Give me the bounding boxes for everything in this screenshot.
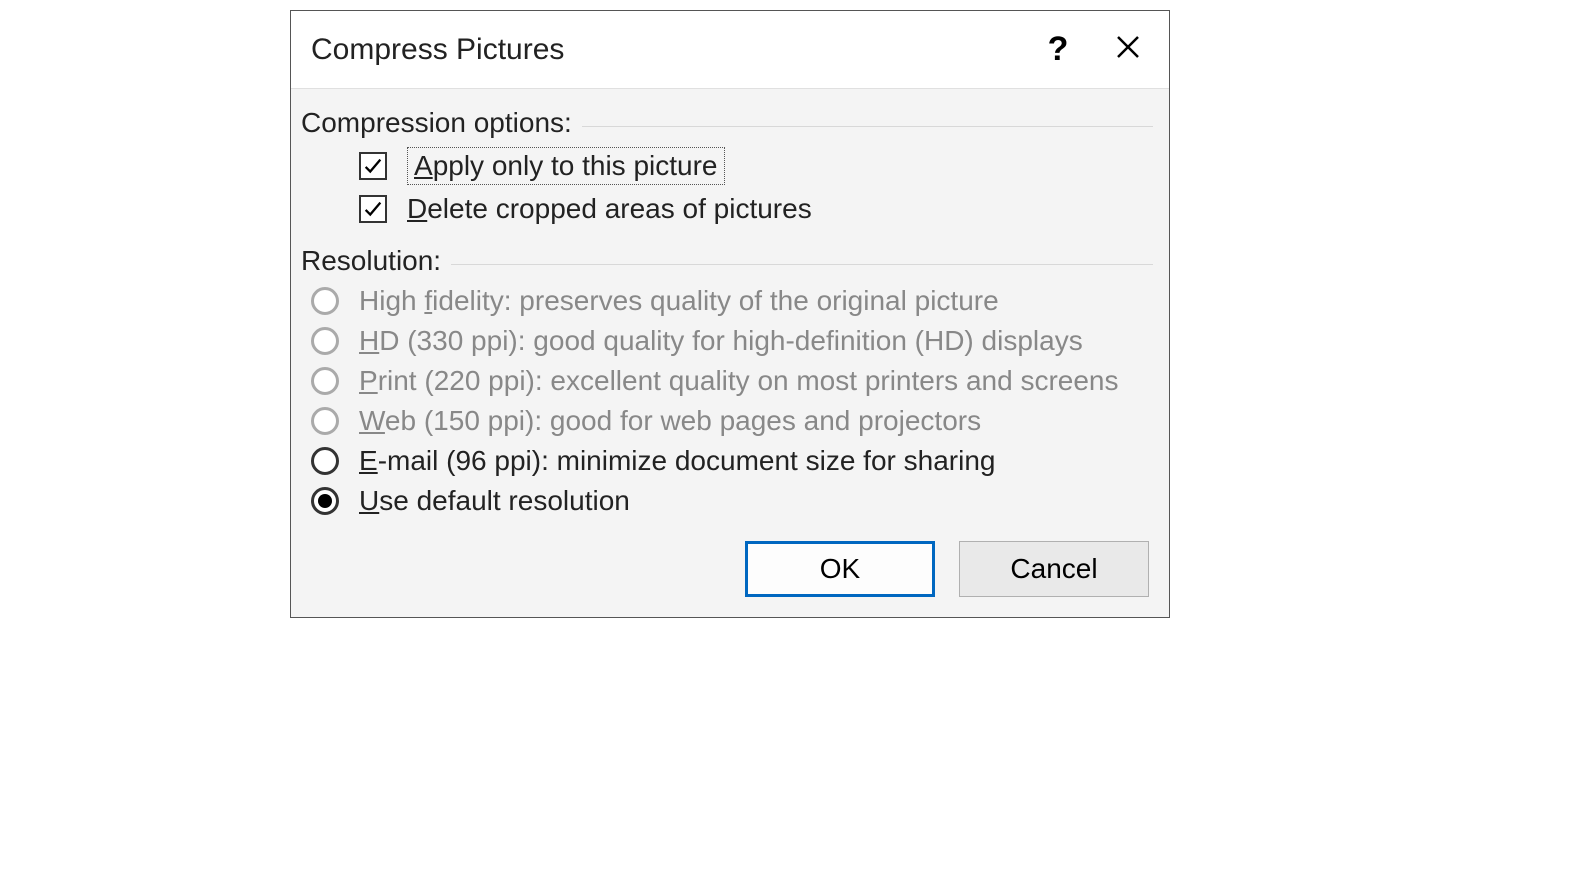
checkbox-icon [359, 152, 387, 180]
radio-label: Use default resolution [359, 485, 630, 517]
radio-label: Print (220 ppi): excellent quality on mo… [359, 365, 1119, 397]
resolution-section-header: Resolution: [301, 245, 1153, 277]
radio-label: High fidelity: preserves quality of the … [359, 285, 999, 317]
compress-pictures-dialog: Compress Pictures ? Compression options:… [290, 10, 1170, 618]
radio-row-0: High fidelity: preserves quality of the … [311, 285, 1153, 317]
close-button[interactable] [1093, 15, 1163, 85]
radio-icon [311, 367, 339, 395]
resolution-section-label: Resolution: [301, 245, 441, 277]
radio-label: E-mail (96 ppi): minimize document size … [359, 445, 995, 477]
radio-row-1: HD (330 ppi): good quality for high-defi… [311, 325, 1153, 357]
radio-icon [311, 487, 339, 515]
section-divider [451, 264, 1153, 265]
checkbox-row-1[interactable]: Delete cropped areas of pictures [359, 193, 1153, 225]
radio-icon [311, 287, 339, 315]
checkbox-label: Apply only to this picture [407, 147, 725, 185]
ok-button[interactable]: OK [745, 541, 935, 597]
compression-section-header: Compression options: [301, 107, 1153, 139]
radio-row-2: Print (220 ppi): excellent quality on mo… [311, 365, 1153, 397]
radio-row-4[interactable]: E-mail (96 ppi): minimize document size … [311, 445, 1153, 477]
radio-icon [311, 407, 339, 435]
titlebar: Compress Pictures ? [291, 11, 1169, 89]
radio-icon [311, 447, 339, 475]
radio-label: HD (330 ppi): good quality for high-defi… [359, 325, 1083, 357]
checkbox-label: Delete cropped areas of pictures [407, 193, 812, 225]
radio-row-5[interactable]: Use default resolution [311, 485, 1153, 517]
cancel-button[interactable]: Cancel [959, 541, 1149, 597]
help-button[interactable]: ? [1023, 15, 1093, 85]
radio-icon [311, 327, 339, 355]
help-icon: ? [1048, 30, 1069, 69]
radio-label: Web (150 ppi): good for web pages and pr… [359, 405, 981, 437]
checkbox-row-0[interactable]: Apply only to this picture [359, 147, 1153, 185]
dialog-body: Compression options: Apply only to this … [291, 89, 1169, 617]
radio-row-3: Web (150 ppi): good for web pages and pr… [311, 405, 1153, 437]
close-icon [1115, 30, 1141, 69]
compression-section-label: Compression options: [301, 107, 572, 139]
checkbox-icon [359, 195, 387, 223]
dialog-title: Compress Pictures [311, 33, 1023, 67]
button-row: OK Cancel [301, 541, 1153, 597]
section-divider [582, 126, 1153, 127]
